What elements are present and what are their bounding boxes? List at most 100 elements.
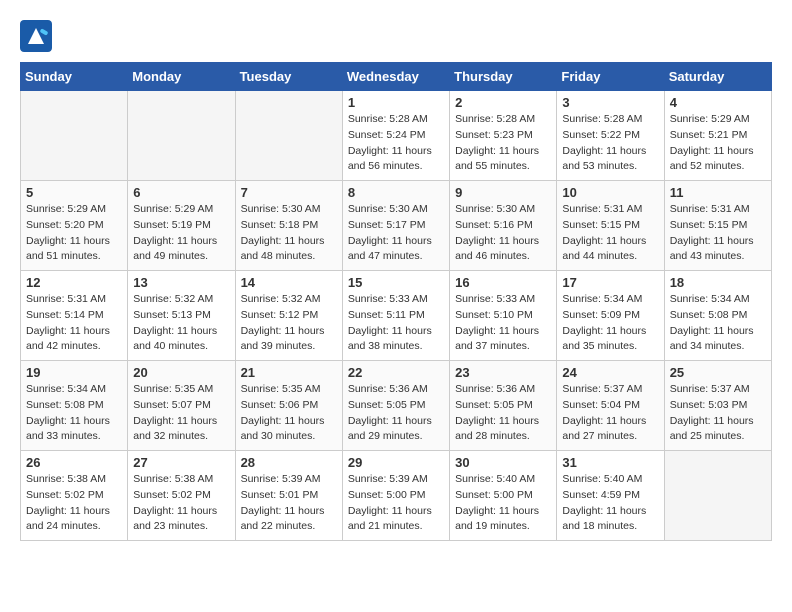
- daylight-text: Daylight: 11 hours and 33 minutes.: [26, 415, 110, 443]
- day-number: 18: [670, 275, 766, 290]
- calendar-cell: 18 Sunrise: 5:34 AM Sunset: 5:08 PM Dayl…: [664, 271, 771, 361]
- cell-info: Sunrise: 5:36 AM Sunset: 5:05 PM Dayligh…: [455, 382, 551, 445]
- calendar-body: 1 Sunrise: 5:28 AM Sunset: 5:24 PM Dayli…: [21, 91, 772, 541]
- sunrise-text: Sunrise: 5:30 AM: [241, 203, 321, 215]
- cell-info: Sunrise: 5:30 AM Sunset: 5:18 PM Dayligh…: [241, 202, 337, 265]
- sunrise-text: Sunrise: 5:33 AM: [348, 293, 428, 305]
- daylight-text: Daylight: 11 hours and 48 minutes.: [241, 235, 325, 263]
- daylight-text: Daylight: 11 hours and 52 minutes.: [670, 145, 754, 173]
- day-number: 5: [26, 185, 122, 200]
- day-number: 2: [455, 95, 551, 110]
- cell-info: Sunrise: 5:28 AM Sunset: 5:24 PM Dayligh…: [348, 112, 444, 175]
- week-row-5: 26 Sunrise: 5:38 AM Sunset: 5:02 PM Dayl…: [21, 451, 772, 541]
- day-number: 28: [241, 455, 337, 470]
- day-number: 8: [348, 185, 444, 200]
- calendar-cell: 28 Sunrise: 5:39 AM Sunset: 5:01 PM Dayl…: [235, 451, 342, 541]
- cell-info: Sunrise: 5:29 AM Sunset: 5:20 PM Dayligh…: [26, 202, 122, 265]
- calendar-cell: [21, 91, 128, 181]
- day-number: 19: [26, 365, 122, 380]
- calendar-cell: 19 Sunrise: 5:34 AM Sunset: 5:08 PM Dayl…: [21, 361, 128, 451]
- sunset-text: Sunset: 5:10 PM: [455, 309, 533, 321]
- cell-info: Sunrise: 5:38 AM Sunset: 5:02 PM Dayligh…: [26, 472, 122, 535]
- daylight-text: Daylight: 11 hours and 47 minutes.: [348, 235, 432, 263]
- daylight-text: Daylight: 11 hours and 18 minutes.: [562, 505, 646, 533]
- sunset-text: Sunset: 5:00 PM: [455, 489, 533, 501]
- calendar-header: SundayMondayTuesdayWednesdayThursdayFrid…: [21, 63, 772, 91]
- sunset-text: Sunset: 5:19 PM: [133, 219, 211, 231]
- daylight-text: Daylight: 11 hours and 25 minutes.: [670, 415, 754, 443]
- calendar-cell: [235, 91, 342, 181]
- daylight-text: Daylight: 11 hours and 27 minutes.: [562, 415, 646, 443]
- cell-info: Sunrise: 5:38 AM Sunset: 5:02 PM Dayligh…: [133, 472, 229, 535]
- daylight-text: Daylight: 11 hours and 22 minutes.: [241, 505, 325, 533]
- day-number: 9: [455, 185, 551, 200]
- daylight-text: Daylight: 11 hours and 29 minutes.: [348, 415, 432, 443]
- daylight-text: Daylight: 11 hours and 30 minutes.: [241, 415, 325, 443]
- cell-info: Sunrise: 5:33 AM Sunset: 5:11 PM Dayligh…: [348, 292, 444, 355]
- logo-icon: [20, 20, 52, 52]
- cell-info: Sunrise: 5:32 AM Sunset: 5:12 PM Dayligh…: [241, 292, 337, 355]
- daylight-text: Daylight: 11 hours and 43 minutes.: [670, 235, 754, 263]
- sunrise-text: Sunrise: 5:28 AM: [562, 113, 642, 125]
- day-number: 21: [241, 365, 337, 380]
- cell-info: Sunrise: 5:39 AM Sunset: 5:01 PM Dayligh…: [241, 472, 337, 535]
- sunset-text: Sunset: 5:14 PM: [26, 309, 104, 321]
- cell-info: Sunrise: 5:28 AM Sunset: 5:23 PM Dayligh…: [455, 112, 551, 175]
- day-number: 22: [348, 365, 444, 380]
- cell-info: Sunrise: 5:40 AM Sunset: 5:00 PM Dayligh…: [455, 472, 551, 535]
- sunrise-text: Sunrise: 5:28 AM: [455, 113, 535, 125]
- cell-info: Sunrise: 5:28 AM Sunset: 5:22 PM Dayligh…: [562, 112, 658, 175]
- sunset-text: Sunset: 5:07 PM: [133, 399, 211, 411]
- sunrise-text: Sunrise: 5:36 AM: [455, 383, 535, 395]
- day-number: 12: [26, 275, 122, 290]
- sunrise-text: Sunrise: 5:30 AM: [348, 203, 428, 215]
- sunset-text: Sunset: 5:05 PM: [348, 399, 426, 411]
- week-row-2: 5 Sunrise: 5:29 AM Sunset: 5:20 PM Dayli…: [21, 181, 772, 271]
- sunset-text: Sunset: 5:03 PM: [670, 399, 748, 411]
- daylight-text: Daylight: 11 hours and 19 minutes.: [455, 505, 539, 533]
- cell-info: Sunrise: 5:33 AM Sunset: 5:10 PM Dayligh…: [455, 292, 551, 355]
- sunset-text: Sunset: 5:11 PM: [348, 309, 425, 321]
- daylight-text: Daylight: 11 hours and 53 minutes.: [562, 145, 646, 173]
- logo: [20, 20, 56, 52]
- sunrise-text: Sunrise: 5:38 AM: [26, 473, 106, 485]
- calendar-cell: 24 Sunrise: 5:37 AM Sunset: 5:04 PM Dayl…: [557, 361, 664, 451]
- sunrise-text: Sunrise: 5:40 AM: [455, 473, 535, 485]
- daylight-text: Daylight: 11 hours and 49 minutes.: [133, 235, 217, 263]
- day-header-wednesday: Wednesday: [342, 63, 449, 91]
- daylight-text: Daylight: 11 hours and 23 minutes.: [133, 505, 217, 533]
- cell-info: Sunrise: 5:35 AM Sunset: 5:07 PM Dayligh…: [133, 382, 229, 445]
- sunrise-text: Sunrise: 5:38 AM: [133, 473, 213, 485]
- sunrise-text: Sunrise: 5:28 AM: [348, 113, 428, 125]
- sunset-text: Sunset: 5:06 PM: [241, 399, 319, 411]
- calendar-cell: 23 Sunrise: 5:36 AM Sunset: 5:05 PM Dayl…: [450, 361, 557, 451]
- cell-info: Sunrise: 5:31 AM Sunset: 5:15 PM Dayligh…: [670, 202, 766, 265]
- sunset-text: Sunset: 5:16 PM: [455, 219, 533, 231]
- daylight-text: Daylight: 11 hours and 40 minutes.: [133, 325, 217, 353]
- sunset-text: Sunset: 5:23 PM: [455, 129, 533, 141]
- sunrise-text: Sunrise: 5:31 AM: [670, 203, 750, 215]
- calendar-cell: 30 Sunrise: 5:40 AM Sunset: 5:00 PM Dayl…: [450, 451, 557, 541]
- daylight-text: Daylight: 11 hours and 34 minutes.: [670, 325, 754, 353]
- sunset-text: Sunset: 5:18 PM: [241, 219, 319, 231]
- cell-info: Sunrise: 5:34 AM Sunset: 5:08 PM Dayligh…: [670, 292, 766, 355]
- daylight-text: Daylight: 11 hours and 39 minutes.: [241, 325, 325, 353]
- sunset-text: Sunset: 5:08 PM: [26, 399, 104, 411]
- sunrise-text: Sunrise: 5:29 AM: [670, 113, 750, 125]
- sunset-text: Sunset: 5:20 PM: [26, 219, 104, 231]
- week-row-4: 19 Sunrise: 5:34 AM Sunset: 5:08 PM Dayl…: [21, 361, 772, 451]
- daylight-text: Daylight: 11 hours and 42 minutes.: [26, 325, 110, 353]
- day-header-sunday: Sunday: [21, 63, 128, 91]
- day-number: 20: [133, 365, 229, 380]
- day-number: 15: [348, 275, 444, 290]
- cell-info: Sunrise: 5:32 AM Sunset: 5:13 PM Dayligh…: [133, 292, 229, 355]
- sunset-text: Sunset: 5:15 PM: [670, 219, 748, 231]
- sunrise-text: Sunrise: 5:31 AM: [562, 203, 642, 215]
- sunrise-text: Sunrise: 5:30 AM: [455, 203, 535, 215]
- day-number: 14: [241, 275, 337, 290]
- sunrise-text: Sunrise: 5:39 AM: [348, 473, 428, 485]
- calendar-cell: 26 Sunrise: 5:38 AM Sunset: 5:02 PM Dayl…: [21, 451, 128, 541]
- calendar-table: SundayMondayTuesdayWednesdayThursdayFrid…: [20, 62, 772, 541]
- day-number: 6: [133, 185, 229, 200]
- sunset-text: Sunset: 5:02 PM: [133, 489, 211, 501]
